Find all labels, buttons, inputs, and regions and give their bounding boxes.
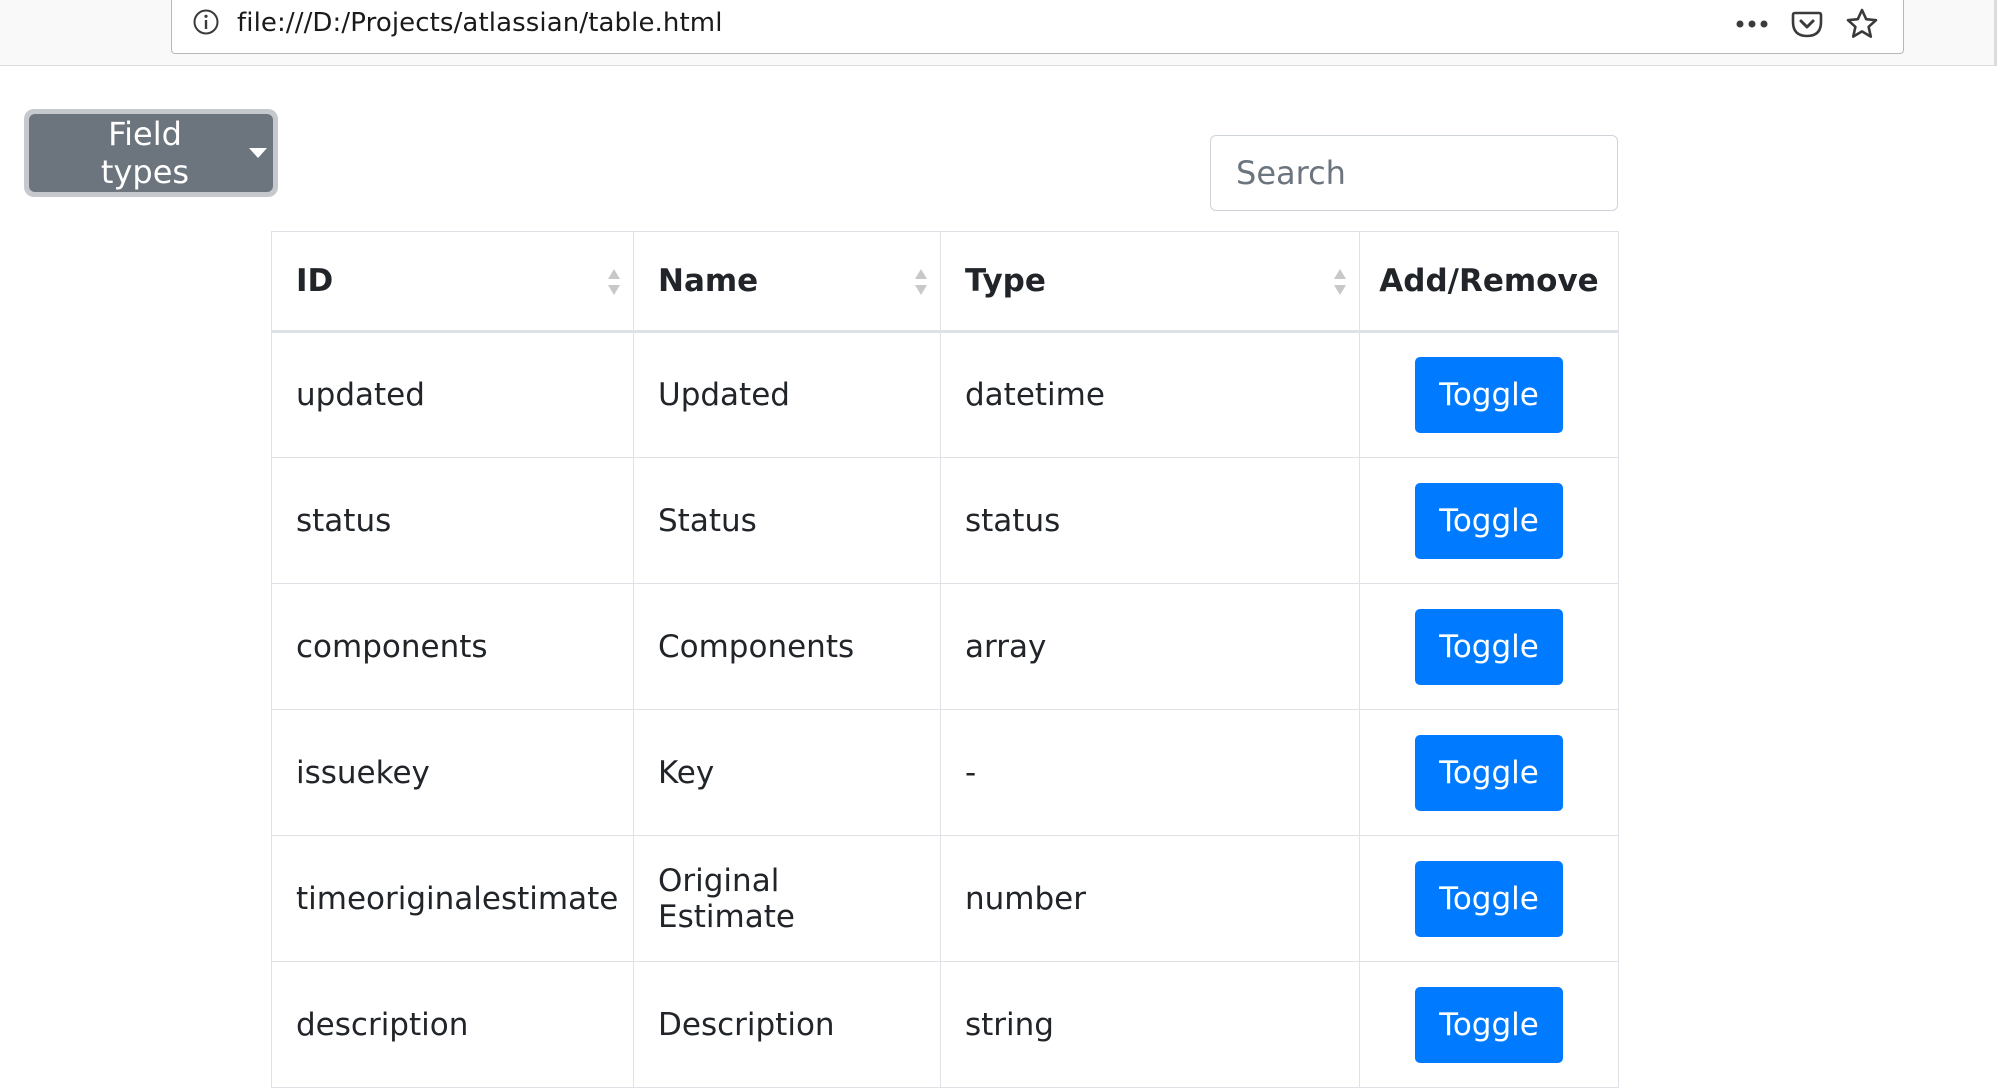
field-types-dropdown-button[interactable]: Field types — [29, 114, 273, 192]
cell-action: Toggle — [1359, 457, 1619, 584]
pocket-icon[interactable] — [1791, 8, 1823, 40]
cell-name: Status — [633, 457, 941, 584]
cell-action: Toggle — [1359, 835, 1619, 962]
toggle-button[interactable]: Toggle — [1415, 734, 1563, 811]
cell-name: Original Estimate — [633, 835, 941, 962]
info-icon[interactable] — [192, 8, 220, 36]
cell-action: Toggle — [1359, 331, 1619, 458]
dropdown-label: Field types — [100, 115, 190, 191]
cell-id: description — [271, 961, 634, 1088]
table-row: timeoriginalestimate Original Estimate n… — [271, 835, 1619, 962]
column-header-type-label: Type — [965, 263, 1046, 299]
fields-table-container: ID Name Type Add/Remove updated Updated … — [271, 231, 1619, 1088]
cell-type: status — [940, 457, 1360, 584]
toggle-button[interactable]: Toggle — [1415, 608, 1563, 685]
header-row: ID Name Type Add/Remove — [271, 231, 1619, 333]
table-row: status Status status Toggle — [271, 457, 1619, 584]
sort-icon[interactable] — [607, 266, 621, 298]
cell-id: updated — [271, 331, 634, 458]
search-input[interactable] — [1210, 135, 1618, 211]
cell-type: number — [940, 835, 1360, 962]
column-header-name-label: Name — [658, 263, 759, 299]
more-actions-icon[interactable] — [1735, 19, 1769, 29]
table-header: ID Name Type Add/Remove — [271, 231, 1619, 333]
fields-table: ID Name Type Add/Remove updated Updated … — [271, 231, 1619, 1088]
column-header-id[interactable]: ID — [271, 231, 634, 333]
sort-icon[interactable] — [914, 266, 928, 298]
column-header-add-remove: Add/Remove — [1359, 231, 1619, 333]
cell-id: timeoriginalestimate — [271, 835, 634, 962]
cell-id: issuekey — [271, 709, 634, 836]
table-row: updated Updated datetime Toggle — [271, 331, 1619, 458]
column-header-type[interactable]: Type — [940, 231, 1360, 333]
browser-toolbar: file:///D:/Projects/atlassian/table.html — [0, 0, 1997, 66]
bookmark-star-icon[interactable] — [1845, 7, 1879, 41]
cell-name: Key — [633, 709, 941, 836]
toggle-button[interactable]: Toggle — [1415, 357, 1563, 433]
toggle-button[interactable]: Toggle — [1415, 482, 1563, 559]
cell-name: Updated — [633, 331, 941, 458]
cell-action: Toggle — [1359, 583, 1619, 710]
cell-id: status — [271, 457, 634, 584]
column-header-name[interactable]: Name — [633, 231, 941, 333]
cell-type: array — [940, 583, 1360, 710]
cell-type: - — [940, 709, 1360, 836]
cell-type: string — [940, 961, 1360, 1088]
cell-name: Description — [633, 961, 941, 1088]
table-row: description Description string Toggle — [271, 961, 1619, 1088]
field-types-dropdown-focus-ring: Field types — [24, 109, 278, 197]
column-header-add-remove-label: Add/Remove — [1379, 263, 1599, 299]
page-actions — [1735, 4, 1879, 44]
cell-action: Toggle — [1359, 709, 1619, 836]
table-row: issuekey Key - Toggle — [271, 709, 1619, 836]
table-row: components Components array Toggle — [271, 583, 1619, 710]
url-text[interactable]: file:///D:/Projects/atlassian/table.html — [237, 7, 723, 39]
url-bar[interactable]: file:///D:/Projects/atlassian/table.html — [171, 0, 1904, 54]
toggle-button[interactable]: Toggle — [1415, 986, 1563, 1063]
sort-icon[interactable] — [1333, 266, 1347, 298]
cell-name: Components — [633, 583, 941, 710]
column-header-id-label: ID — [296, 263, 334, 299]
toggle-button[interactable]: Toggle — [1415, 860, 1563, 937]
table-body: updated Updated datetime Toggle status S… — [271, 331, 1619, 1088]
cell-type: datetime — [940, 331, 1360, 458]
cell-action: Toggle — [1359, 961, 1619, 1088]
cell-id: components — [271, 583, 634, 710]
caret-down-icon — [249, 148, 267, 158]
